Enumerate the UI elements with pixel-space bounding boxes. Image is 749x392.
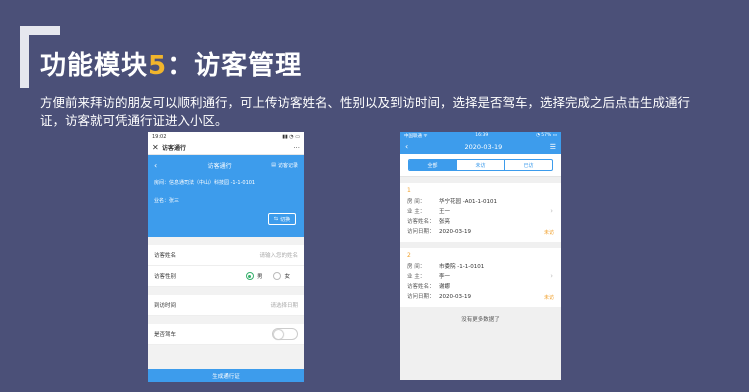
visitor-form: 访客姓名 请输入您的姓名 访客性别 男 女 到访时间 请选择日期 是否驾车 — [148, 245, 304, 345]
slide-description: 方便前来拜访的朋友可以顺利通行，可上传访客姓名、性别以及到访时间，选择是否驾车，… — [40, 95, 691, 128]
drive-toggle[interactable] — [272, 328, 298, 340]
date-value: 2020-03-19 — [439, 229, 471, 235]
visitor-pass-phone-screen: 19:02 ▮▮ ◔ ▭ ✕ 访客通行 ··· ‹ 访客通行 ▤ 访客记录 房间… — [148, 132, 304, 382]
record-index: 2 — [407, 252, 411, 259]
record-owner-line: 业 主： 王一 — [407, 207, 554, 217]
app-nav-bar: ✕ 访客通行 ··· — [148, 141, 304, 155]
status-badge: 未访 — [543, 295, 554, 301]
gender-female-radio[interactable] — [273, 272, 282, 280]
visitor-record-label: 访客记录 — [277, 162, 298, 169]
switch-button[interactable]: ⇆ 切换 — [268, 213, 296, 225]
section-gap — [148, 287, 304, 295]
visitor-gender-row: 访客性别 男 女 — [148, 266, 304, 287]
visitor-record-link[interactable]: ▤ 访客记录 — [271, 162, 298, 169]
address-label: 房间： — [154, 180, 170, 186]
tab-all[interactable]: 全部 — [409, 160, 456, 170]
visitor-gender-label: 访客性别 — [154, 274, 177, 280]
gender-female-label: 女 — [284, 274, 290, 280]
title-suffix: ：访客管理 — [167, 51, 303, 81]
room-value: 华宁花园 -A01-1-0101 — [439, 199, 497, 205]
owner-label: 业名： — [154, 198, 170, 204]
title-number: 5 — [148, 51, 168, 81]
status-bar: 中国联通 ᯤ 16:39 ◔ 57% ▭ — [400, 132, 561, 139]
chevron-right-icon: › — [550, 207, 553, 215]
status-battery: ◔ 57% ▭ — [535, 133, 557, 138]
room-label: 房 间： — [407, 264, 426, 270]
record-visitor-line: 访客姓名： 谢娜 — [407, 282, 554, 292]
gender-male-label: 男 — [256, 274, 263, 280]
owner-value: 张三 — [169, 198, 180, 204]
menu-icon[interactable]: ☰ — [550, 143, 556, 151]
visitor-header: ‹ 访客通行 ▤ 访客记录 房间：信息通司法（中山）科技园 -1-1-0101 … — [148, 155, 304, 237]
section-gap — [148, 316, 304, 324]
record-owner-line: 业 主： 李一 — [407, 272, 554, 282]
room-label: 房 间： — [407, 199, 426, 205]
app-nav-bar: ‹ 2020-03-19 ☰ — [400, 139, 561, 154]
nav-title: 访客通行 — [162, 145, 187, 152]
back-icon[interactable]: ‹ — [154, 161, 168, 170]
visitor-record-card[interactable]: 1 房 间： 华宁花园 -A01-1-0101 业 主： 王一 访客姓名： 张亮 访问… — [400, 183, 561, 242]
chevron-right-icon: › — [550, 272, 553, 280]
status-time: 19:02 — [152, 133, 167, 140]
title-prefix: 功能模块 — [40, 51, 149, 81]
visit-time-row[interactable]: 到访时间 请选择日期 — [148, 295, 304, 316]
record-room-line: 房 间： 市委院 -1-1-0101 — [407, 262, 554, 272]
status-carrier: 中国联通 ᯤ — [404, 133, 428, 139]
tab-not-visited[interactable]: 未访 — [456, 160, 504, 170]
status-icons: ▮▮ ◔ ▭ — [282, 133, 300, 140]
owner-value: 李一 — [439, 274, 451, 280]
filter-tabs-bar: 全部 未访 已访 — [400, 154, 561, 177]
record-room-line: 房 间： 华宁花园 -A01-1-0101 — [407, 197, 554, 207]
record-visitor-line: 访客姓名： 张亮 — [407, 217, 554, 227]
date-label: 访问日期： — [407, 229, 435, 235]
visitor-name-row[interactable]: 访客姓名 请输入您的姓名 — [148, 245, 304, 266]
tab-visited[interactable]: 已访 — [504, 160, 552, 170]
visitor-name-label: 访客姓名 — [154, 253, 177, 259]
address-value: 信息通司法（中山）科技园 -1-1-0101 — [169, 180, 256, 186]
owner-label: 业 主： — [407, 209, 426, 215]
owner-value: 王一 — [439, 209, 451, 215]
status-badge: 未访 — [543, 230, 554, 236]
visitor-label: 访客姓名： — [407, 219, 435, 225]
owner-info: 业名：张三 — [154, 197, 298, 204]
record-index: 1 — [407, 187, 411, 194]
filter-tabs: 全部 未访 已访 — [408, 159, 553, 171]
visitor-records-phone-screen: 中国联通 ᯤ 16:39 ◔ 57% ▭ ‹ 2020-03-19 ☰ 全部 未… — [400, 132, 561, 380]
no-more-data-text: 没有更多数据了 — [461, 317, 500, 323]
visit-time-label: 到访时间 — [154, 303, 177, 309]
switch-icon: ⇆ — [273, 216, 279, 222]
record-date-line: 访问日期： 2020-03-19 — [407, 227, 554, 237]
gender-male-radio[interactable] — [245, 272, 254, 280]
visitor-label: 访客姓名： — [407, 284, 435, 290]
visitor-value: 张亮 — [439, 219, 451, 225]
close-icon[interactable]: ✕ — [152, 143, 162, 152]
generate-pass-button[interactable]: 生成通行证 — [148, 369, 304, 382]
switch-label: 切换 — [280, 216, 291, 223]
visitor-name-input[interactable]: 请输入您的姓名 — [259, 251, 298, 259]
address-info: 房间：信息通司法（中山）科技园 -1-1-0101 — [154, 179, 269, 187]
date-value: 2020-03-19 — [439, 294, 471, 300]
visitor-record-card[interactable]: 2 房 间： 市委院 -1-1-0101 业 主： 李一 访客姓名： 谢娜 访问日期：… — [400, 248, 561, 307]
slide-title: 功能模块5：访客管理 — [40, 45, 302, 82]
owner-label: 业 主： — [407, 274, 426, 280]
header-title: 访客通行 — [207, 162, 232, 170]
back-icon[interactable]: ‹ — [405, 142, 417, 151]
more-icon[interactable]: ··· — [293, 144, 300, 152]
drive-row: 是否驾车 — [148, 324, 304, 345]
record-date-line: 访问日期： 2020-03-19 — [407, 292, 554, 302]
record-icon: ▤ — [271, 162, 276, 168]
nav-date-title: 2020-03-19 — [464, 142, 503, 151]
date-label: 访问日期： — [407, 294, 435, 300]
visit-time-picker[interactable]: 请选择日期 — [270, 301, 298, 309]
room-value: 市委院 -1-1-0101 — [439, 264, 485, 270]
drive-label: 是否驾车 — [154, 332, 177, 338]
status-bar: 19:02 ▮▮ ◔ ▭ — [148, 132, 304, 141]
status-time: 16:39 — [475, 133, 489, 138]
visitor-value: 谢娜 — [439, 284, 451, 290]
section-gap — [148, 237, 304, 245]
